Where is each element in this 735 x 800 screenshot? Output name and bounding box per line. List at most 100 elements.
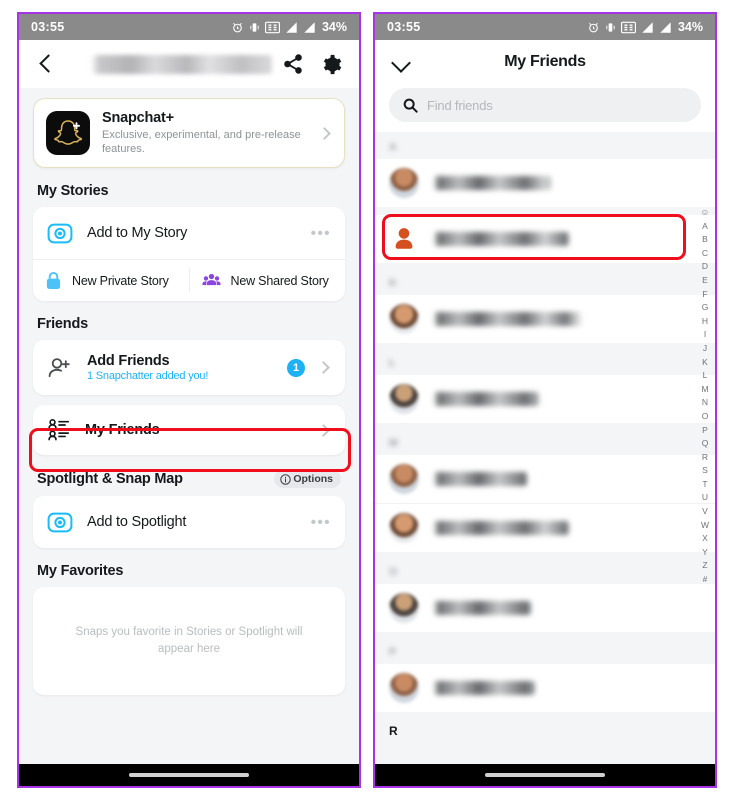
status-icons-group: 34%	[231, 20, 347, 34]
alpha-index-item[interactable]: Z	[699, 559, 711, 573]
alphabet-index-scrubber[interactable]: ☺ A B C D E F G H I J K L M N O P Q R S	[699, 206, 711, 587]
new-shared-story-button[interactable]: New Shared Story	[190, 260, 346, 301]
status-icons-group: 34%	[587, 20, 703, 34]
avatar	[389, 593, 419, 623]
add-to-my-story-label: Add to My Story	[87, 225, 188, 242]
add-to-spotlight-more-icon[interactable]: •••	[311, 515, 331, 530]
friend-list-item[interactable]	[375, 295, 715, 343]
add-to-my-story-more-icon[interactable]: •••	[311, 226, 331, 241]
profile-header	[19, 40, 359, 88]
friend-list-item[interactable]	[375, 584, 715, 632]
alpha-index-item[interactable]: V	[699, 505, 711, 519]
alpha-index-item[interactable]: P	[699, 424, 711, 438]
alpha-index-item[interactable]: N	[699, 396, 711, 410]
alpha-index-item[interactable]: C	[699, 247, 711, 261]
alpha-index-item[interactable]: U	[699, 491, 711, 505]
search-input[interactable]: Find friends	[389, 88, 701, 122]
alpha-index-item[interactable]: #	[699, 573, 711, 587]
my-friends-header: My Friends	[375, 40, 715, 84]
alpha-index-item[interactable]: K	[699, 356, 711, 370]
alpha-index-item[interactable]: G	[699, 301, 711, 315]
friend-list-item[interactable]	[375, 664, 715, 712]
add-friends-row[interactable]: Add Friends 1 Snapchatter added you! 1	[33, 340, 345, 395]
alpha-index-item[interactable]: J	[699, 342, 711, 356]
chevron-right-icon	[317, 361, 330, 375]
alpha-index-item[interactable]: ☺	[699, 206, 711, 220]
snapchat-plus-card[interactable]: Snapchat+ Exclusive, experimental, and p…	[33, 98, 345, 169]
gear-icon[interactable]	[320, 53, 343, 76]
alpha-index-item[interactable]: I	[699, 328, 711, 342]
avatar	[389, 224, 419, 254]
friend-name-blurred	[433, 232, 569, 246]
alpha-section-header: A	[389, 141, 397, 153]
friend-name-blurred	[433, 681, 535, 695]
snapchat-plus-subtitle: Exclusive, experimental, and pre-release…	[102, 129, 301, 156]
alpha-section-header: K	[389, 277, 397, 289]
avatar	[389, 384, 419, 414]
alpha-index-item[interactable]: D	[699, 260, 711, 274]
add-to-spotlight-card: Add to Spotlight •••	[33, 496, 345, 549]
sim-icon	[620, 21, 636, 33]
chevron-right-icon	[318, 126, 331, 140]
home-gesture-pill[interactable]	[485, 773, 605, 777]
new-private-story-button[interactable]: New Private Story	[33, 260, 189, 301]
alpha-index-item[interactable]: E	[699, 274, 711, 288]
alpha-index-item[interactable]: X	[699, 532, 711, 546]
home-gesture-pill[interactable]	[129, 773, 249, 777]
back-chevron-icon[interactable]	[35, 53, 57, 75]
add-to-spotlight-row[interactable]: Add to Spotlight •••	[33, 496, 345, 548]
avatar	[389, 513, 419, 543]
friends-list[interactable]: A K L M O P R ☺ A B C D E F G H I J K L …	[375, 132, 715, 764]
alpha-index-item[interactable]: Q	[699, 437, 711, 451]
search-icon	[403, 98, 418, 113]
alpha-section-header: M	[389, 437, 398, 449]
chevron-right-icon	[317, 423, 330, 437]
alpha-index-item[interactable]: Y	[699, 546, 711, 560]
alpha-index-item[interactable]: H	[699, 315, 711, 329]
friend-list-item[interactable]	[375, 159, 715, 207]
camera-circle-icon	[47, 223, 73, 244]
vibrate-icon	[606, 22, 615, 32]
vibrate-icon	[250, 22, 259, 32]
group-people-icon	[202, 274, 220, 286]
left-phone-screenshot: 03:55 34% Snapchat+ Exclusive, experimen…	[17, 12, 361, 788]
alpha-index-item[interactable]: W	[699, 519, 711, 533]
my-friends-card: My Friends	[33, 405, 345, 456]
screenshot-stage: 03:55 34% Snapchat+ Exclusive, experimen…	[0, 0, 735, 800]
friend-name-blurred	[433, 312, 587, 326]
signal-bar-icon	[286, 21, 297, 33]
gesture-nav-bar-right	[375, 764, 715, 786]
spotlight-options-button[interactable]: Options	[274, 470, 341, 489]
alpha-index-item[interactable]: T	[699, 478, 711, 492]
friend-list-item[interactable]	[375, 503, 715, 552]
status-bar-left: 03:55 34%	[19, 14, 359, 40]
my-friends-row[interactable]: My Friends	[33, 405, 345, 455]
my-favorites-section-header: My Favorites	[33, 548, 345, 587]
camera-circle-icon	[47, 512, 73, 533]
friend-list-item[interactable]	[375, 455, 715, 503]
avatar	[389, 168, 419, 198]
gesture-nav-bar-left	[19, 764, 359, 786]
chevron-down-icon[interactable]	[391, 52, 411, 72]
spotlight-options-label: Options	[293, 473, 333, 486]
snapchat-plus-text: Snapchat+ Exclusive, experimental, and p…	[102, 110, 308, 156]
alpha-index-item[interactable]: F	[699, 288, 711, 302]
avatar	[389, 304, 419, 334]
alpha-index-item[interactable]: R	[699, 451, 711, 465]
new-private-story-label: New Private Story	[72, 273, 169, 288]
alpha-index-item[interactable]: B	[699, 233, 711, 247]
battery-percent: 34%	[321, 20, 347, 34]
friend-list-item-highlighted[interactable]	[375, 215, 715, 263]
add-to-my-story-row[interactable]: Add to My Story •••	[33, 207, 345, 259]
alpha-index-item[interactable]: L	[699, 369, 711, 383]
profile-body: Snapchat+ Exclusive, experimental, and p…	[19, 88, 359, 764]
alpha-index-item[interactable]: A	[699, 220, 711, 234]
friend-list-item[interactable]	[375, 375, 715, 423]
alpha-index-item[interactable]: S	[699, 464, 711, 478]
search-placeholder: Find friends	[427, 97, 493, 113]
alpha-index-item[interactable]: M	[699, 383, 711, 397]
share-icon[interactable]	[282, 53, 304, 75]
new-shared-story-label: New Shared Story	[230, 273, 329, 288]
alpha-index-item[interactable]: O	[699, 410, 711, 424]
snapchat-plus-title: Snapchat+	[102, 110, 174, 126]
